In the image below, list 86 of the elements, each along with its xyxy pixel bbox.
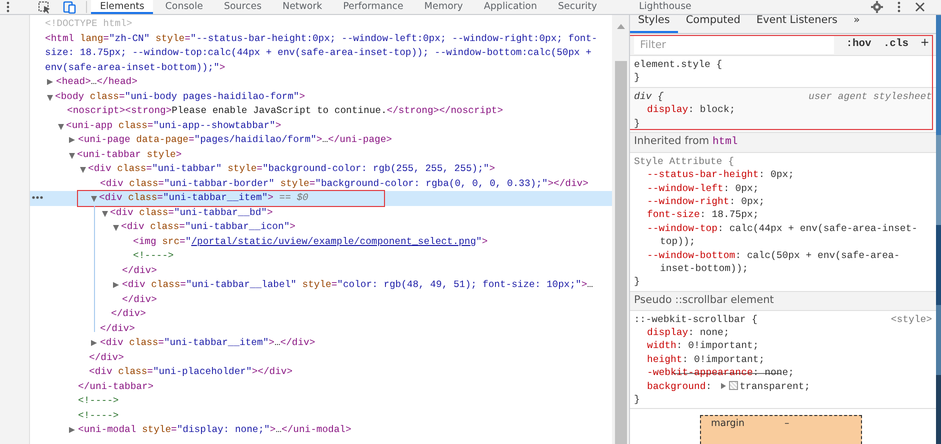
expand-toggle[interactable] — [113, 282, 119, 288]
devtools-tab[interactable]: Memory — [415, 0, 472, 14]
css-selector: div { — [634, 90, 664, 104]
scrollbar-thumb[interactable] — [614, 61, 626, 444]
devtools-tab[interactable]: Performance — [334, 0, 412, 14]
dom-node-line[interactable]: <head>…</head> — [56, 75, 138, 90]
filter-field[interactable]: Filter — [634, 36, 834, 54]
dom-node-line[interactable]: <uni-tabbar style> — [77, 148, 182, 162]
devtools-tab[interactable]: Elements — [91, 0, 154, 14]
dom-node-line[interactable]: </div> — [122, 264, 157, 278]
dom-node-line[interactable]: <!----> — [133, 249, 174, 264]
rule-brace: } — [634, 275, 640, 289]
dom-node-line[interactable]: <uni-app class="uni-app--showtabbar"> — [66, 118, 282, 133]
dom-node-line[interactable]: <html lang="zh-CN" style="--status-bar-height:0px; --window-left:0px; --window-right:0px; font-size: 18.75px; --window-top:calc(44px + env(safe-area-inset-top)); --window-bottom:calc(50px + env(safe-area-inset-bottom));"> — [45, 32, 608, 75]
expand-toggle[interactable] — [47, 94, 53, 100]
close-icon[interactable] — [915, 2, 925, 12]
dom-node-line[interactable]: <img src="/portal/static/uview/example/component_select.png"> — [133, 234, 488, 249]
css-property: --window-top: calc(44px + env(safe-area-inset-top)); — [646, 222, 918, 249]
expand-toggle[interactable] — [69, 152, 75, 158]
rule-brace: } — [634, 71, 640, 85]
dom-node-line[interactable]: </div> — [111, 307, 146, 322]
dom-node-line[interactable]: <div class="uni-tabbar-border" style="background-color: rgba(0, 0, 0, 0.33);"></div> — [100, 176, 588, 191]
rule-brace: } — [634, 393, 640, 406]
dom-node-line[interactable]: <div class="uni-tabbar__icon"> — [121, 220, 296, 234]
dom-node-line[interactable]: <div class="uni-tabbar__item"> == $0 — [99, 191, 308, 206]
css-selector: Style Attribute { — [634, 154, 734, 168]
section-header: Inherited from — [634, 135, 710, 148]
expand-toggle[interactable] — [113, 225, 119, 231]
more-icon[interactable] — [6, 1, 10, 13]
dom-node-line[interactable]: <noscript><strong>Please enable JavaScript to continue.</strong></noscript> — [67, 104, 504, 118]
css-property: background: transparent; — [646, 380, 812, 394]
dom-node-line[interactable]: <div class="uni-placeholder"></div> — [89, 365, 293, 380]
css-property: width: 0!important; — [646, 339, 760, 353]
rule-source[interactable]: <style> — [890, 312, 932, 326]
expand-toggle[interactable] — [69, 427, 75, 433]
box-value: – — [784, 417, 790, 432]
devtools-tab[interactable]: Application — [474, 0, 546, 14]
css-property: --window-right: 0px; — [646, 195, 766, 208]
expand-toggle[interactable] — [58, 124, 64, 130]
toolbar-toggle-button[interactable]: .cls — [880, 34, 912, 55]
section-header: Pseudo ::scrollbar element — [634, 294, 774, 306]
css-selector: element.style { — [634, 58, 722, 72]
dom-node-line[interactable]: <div class="uni-tabbar__label" style="color: rgb(48, 49, 51); font-size: 10px;">… </div> — [122, 278, 608, 307]
css-selector: ::-webkit-scrollbar { — [634, 312, 758, 326]
more-tabs-button[interactable]: » — [846, 15, 868, 33]
dom-node-line[interactable]: <uni-page data-page="pages/haidilao/form">…</uni-page> — [78, 133, 392, 148]
rule-source: user agent stylesheet — [808, 90, 932, 104]
expand-toggle[interactable] — [102, 210, 108, 216]
css-property: --window-bottom: calc(50px + env(safe-area-inset-bottom)); — [646, 248, 901, 276]
box-label: margin — [711, 417, 745, 432]
inspect-icon[interactable] — [38, 0, 51, 14]
css-property: display: none; — [646, 326, 730, 340]
dom-node-line[interactable]: <!----> — [78, 408, 119, 423]
devtools-tab[interactable]: Sources — [214, 0, 271, 14]
expand-toggle[interactable] — [69, 137, 75, 143]
css-property: --status-bar-height: 0px; — [646, 168, 795, 182]
dom-node-line[interactable]: <!----> — [78, 394, 119, 408]
expand-toggle[interactable] — [80, 167, 86, 173]
dom-node-line[interactable]: </uni-tabbar> — [78, 380, 154, 394]
new-rule-button[interactable]: + — [918, 34, 932, 55]
toolbar-toggle-button[interactable]: :hov — [843, 34, 874, 55]
device-toolbar-icon[interactable] — [63, 0, 76, 14]
panel-tab[interactable]: Event Listeners — [748, 15, 846, 33]
panel-tab[interactable]: Computed — [678, 15, 748, 33]
more-icon[interactable] — [897, 1, 901, 13]
dom-node-line[interactable]: <uni-modal style="display: none;">…</uni-modal> — [78, 423, 352, 438]
devtools-tab[interactable]: Console — [156, 0, 212, 14]
css-property: --window-left: 0px; — [646, 182, 760, 195]
dom-node-line[interactable]: <body class="uni-body pages-haidilao-form"> — [55, 90, 306, 104]
dom-node-line[interactable]: <div class="uni-tabbar" style="background-color: rgb(255, 255, 255);"> — [88, 162, 496, 176]
devtools-tab[interactable]: Lighthouse — [630, 0, 700, 14]
dom-node-line[interactable]: </div> — [100, 322, 135, 336]
element-link[interactable]: html — [712, 136, 738, 148]
expand-toggle[interactable] — [91, 340, 97, 346]
rule-brace: } — [634, 116, 640, 130]
devtools-tab[interactable]: Security — [548, 0, 606, 14]
css-property: font-size: 18.75px; — [646, 208, 760, 222]
css-property: height: 0!important; — [646, 352, 766, 366]
dom-node-line[interactable]: <div class="uni-tabbar__bd"> — [110, 206, 273, 220]
css-property: display: block; — [646, 103, 736, 117]
more-icon[interactable] — [32, 196, 43, 199]
settings-icon[interactable] — [871, 1, 883, 13]
dom-node-line[interactable]: <div class="uni-tabbar__item">…</div> — [100, 336, 316, 350]
expand-toggle[interactable] — [47, 79, 53, 85]
dom-node-line[interactable]: </div> — [89, 350, 124, 365]
devtools-tab[interactable]: Network — [273, 0, 332, 14]
